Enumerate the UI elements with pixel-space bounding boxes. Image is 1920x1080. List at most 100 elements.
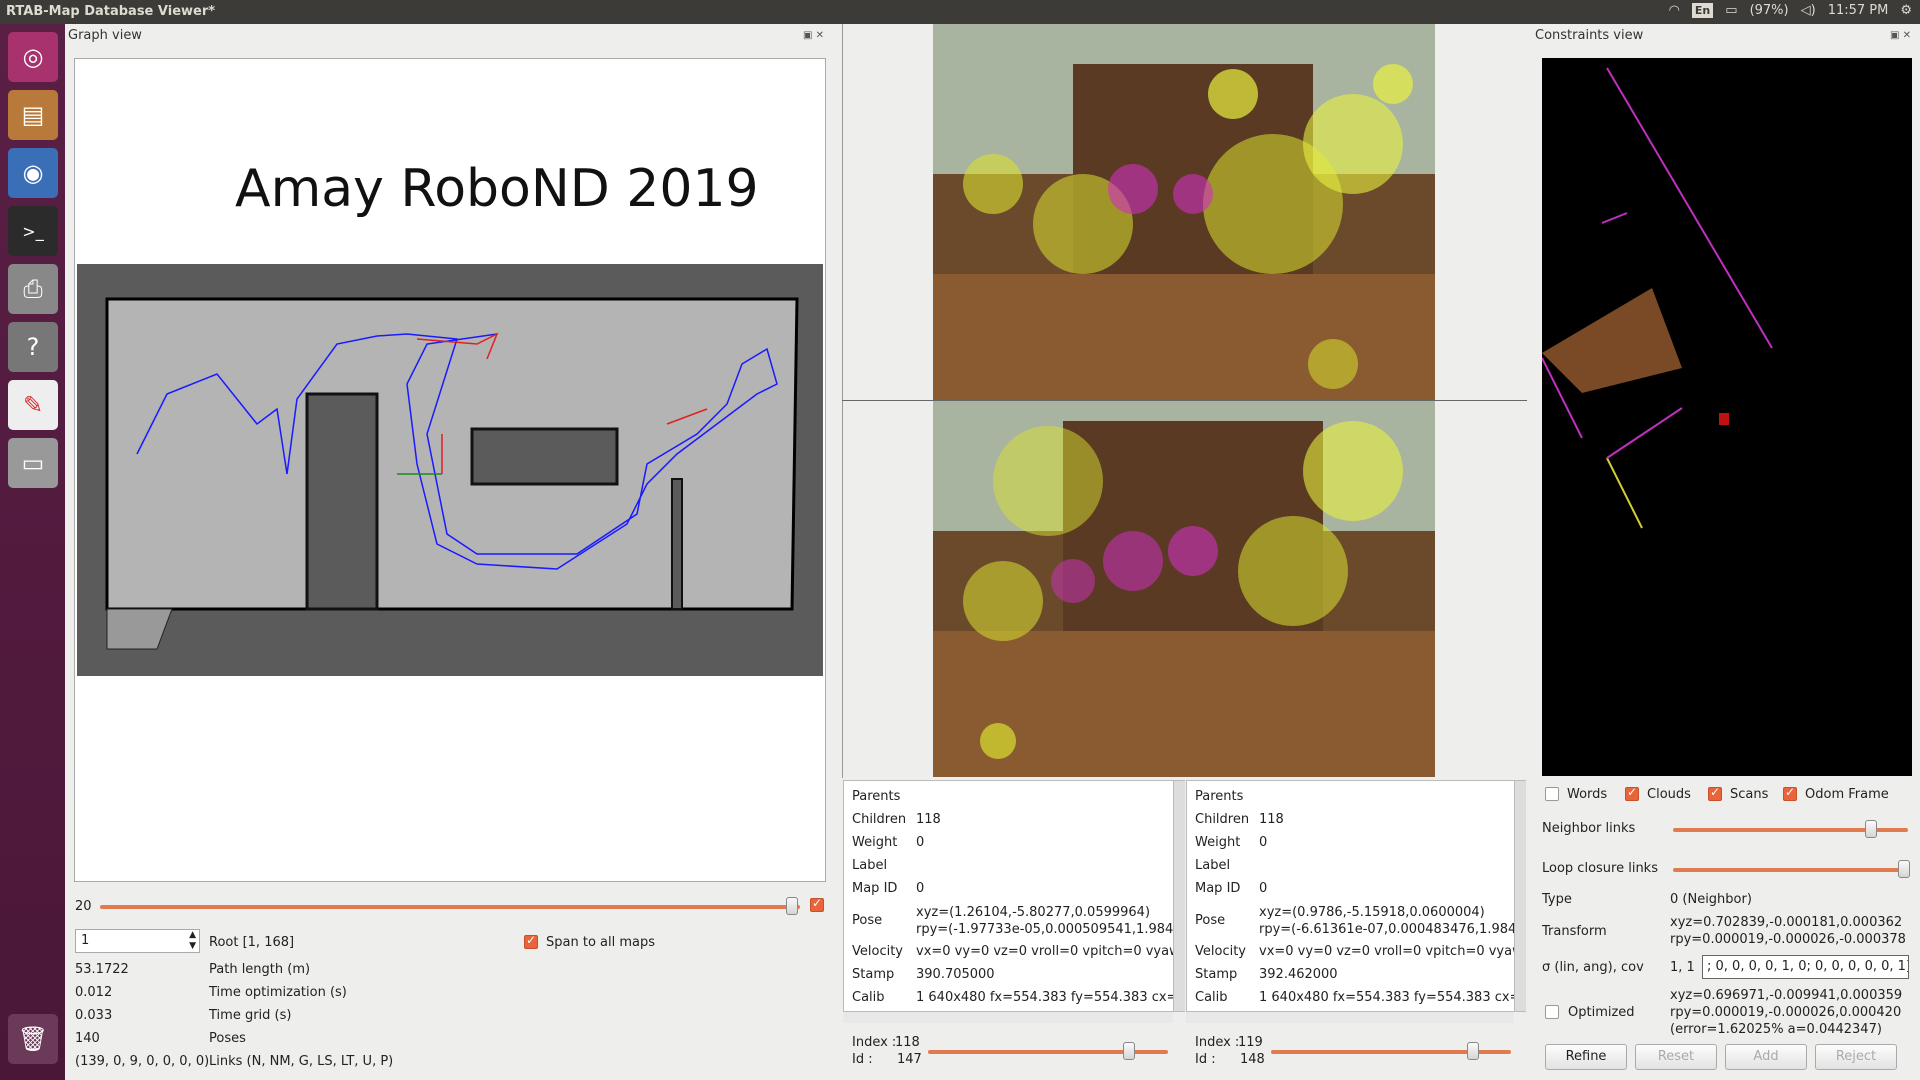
printer-icon[interactable]: ⎙	[8, 264, 58, 314]
loop-links-slider-handle[interactable]	[1898, 860, 1910, 878]
volume-icon[interactable]: ◁)	[1801, 3, 1816, 18]
clouds-checkbox[interactable]	[1625, 785, 1639, 801]
vertical-scrollbar[interactable]	[1514, 781, 1526, 1011]
node-info-left[interactable]: Parents Children 118 Weight 0 Label Map …	[843, 780, 1185, 1012]
stat-value: (139, 0, 9, 0, 0, 0, 0)	[75, 1054, 210, 1069]
info-value: 118	[1259, 812, 1284, 827]
constraints-drawing	[1541, 67, 1773, 529]
window-title: RTAB-Map Database Viewer*	[6, 4, 216, 19]
clouds-label[interactable]: Clouds	[1647, 787, 1691, 802]
index-label: Index :	[852, 1035, 897, 1050]
refine-button[interactable]: Refine	[1545, 1044, 1627, 1070]
help-icon[interactable]: ?	[8, 322, 58, 372]
optimized-label[interactable]: Optimized	[1568, 1005, 1635, 1020]
optimized-checkbox[interactable]	[1545, 1005, 1559, 1019]
system-tray: ◠ En ▭ (97%) ◁) 11:57 PM ⚙	[1669, 3, 1912, 18]
scans-label[interactable]: Scans	[1730, 787, 1768, 802]
pose-xyz: xyz=(0.9786,-5.15918,0.0600004)	[1259, 905, 1485, 920]
optimized-error: (error=1.62025% a=0.0442347)	[1670, 1022, 1882, 1037]
grid-slider-track[interactable]	[100, 905, 800, 909]
battery-percent: (97%)	[1749, 3, 1789, 18]
info-label: Calib	[1195, 990, 1228, 1005]
index-value: 119	[1238, 1035, 1263, 1050]
trash-icon[interactable]: 🗑	[8, 1014, 58, 1064]
reject-button[interactable]: Reject	[1815, 1044, 1897, 1070]
stat-value: 53.1722	[75, 962, 129, 977]
info-label: Children	[852, 812, 907, 827]
sigma-input-value: ; 0, 0, 0, 0, 1, 0; 0, 0, 0, 0, 0, 1]	[1707, 959, 1909, 974]
info-label: Velocity	[1195, 944, 1246, 959]
files-icon[interactable]: ▤	[8, 90, 58, 140]
disk-icon[interactable]: ▭	[8, 438, 58, 488]
gear-icon[interactable]: ⚙	[1900, 3, 1912, 18]
optimized-xyz: xyz=0.696971,-0.009941,0.000359	[1670, 988, 1903, 1003]
root-spinbox[interactable]: 1 ▲ ▼	[75, 929, 200, 953]
terminal-icon[interactable]: >_	[8, 206, 58, 256]
image-view-top[interactable]	[933, 24, 1435, 400]
scans-checkbox[interactable]	[1708, 785, 1722, 801]
odom-frame-checkbox[interactable]	[1783, 785, 1797, 801]
stat-value: 140	[75, 1031, 100, 1046]
dock-buttons[interactable]: ▣ ✕	[803, 30, 824, 41]
calib-value: 1 640x480 fx=554.383 fy=554.383 cx=	[916, 990, 1178, 1005]
span-maps-label[interactable]: Span to all maps	[546, 935, 655, 950]
info-label: Parents	[852, 789, 901, 804]
info-value: 118	[916, 812, 941, 827]
info-label: Pose	[852, 913, 883, 928]
info-label: Label	[852, 858, 888, 873]
neighbor-links-slider-handle[interactable]	[1865, 820, 1877, 838]
sigma-prefix: 1, 1	[1670, 960, 1695, 975]
stamp-value: 392.462000	[1259, 967, 1338, 982]
vertical-scrollbar[interactable]	[1173, 781, 1185, 1011]
grid-slider-handle[interactable]	[786, 897, 798, 915]
sigma-label: σ (lin, ang), cov	[1542, 960, 1644, 975]
transform-rpy: rpy=0.000019,-0.000026,-0.000378	[1670, 932, 1906, 947]
ubuntu-dash-icon[interactable]: ◎	[8, 32, 58, 82]
map-title: Amay RoboND 2019	[235, 159, 759, 219]
stat-value: 0.012	[75, 985, 113, 1000]
stat-label: Time optimization (s)	[209, 985, 347, 1000]
root-spinbox-value: 1	[81, 933, 90, 948]
wifi-icon[interactable]: ◠	[1669, 3, 1680, 18]
spin-arrows-icon[interactable]: ▲ ▼	[189, 930, 196, 952]
transform-label: Transform	[1542, 924, 1607, 939]
info-label: Calib	[852, 990, 885, 1005]
launcher: ◎ ▤ ◉ >_ ⎙ ? ✎ ▭ 🗑	[0, 24, 65, 1080]
clock[interactable]: 11:57 PM	[1828, 3, 1889, 18]
constraints-canvas[interactable]	[1541, 58, 1912, 776]
occupancy-grid[interactable]	[77, 264, 823, 676]
keyboard-layout-indicator[interactable]: En	[1691, 3, 1714, 18]
top-panel: RTAB-Map Database Viewer* ◠ En ▭ (97%) ◁…	[0, 0, 1920, 24]
odom-frame-label[interactable]: Odom Frame	[1805, 787, 1889, 802]
span-maps-checkbox[interactable]	[524, 933, 538, 949]
info-label: Weight	[1195, 835, 1241, 850]
sigma-input[interactable]: ; 0, 0, 0, 0, 1, 0; 0, 0, 0, 0, 0, 1]	[1702, 955, 1909, 979]
grid-checkbox[interactable]	[810, 896, 824, 912]
root-label: Root [1, 168]	[209, 935, 295, 950]
reset-button[interactable]: Reset	[1635, 1044, 1717, 1070]
battery-icon[interactable]: ▭	[1725, 3, 1737, 18]
horizontal-scrollbar[interactable]	[1186, 1011, 1514, 1023]
constraints-view-title: Constraints view	[1535, 28, 1644, 43]
info-value: 0	[1259, 881, 1268, 896]
index-slider-handle[interactable]	[1467, 1042, 1479, 1060]
words-checkbox[interactable]	[1545, 787, 1559, 801]
graph-canvas[interactable]: Amay RoboND 2019	[74, 58, 826, 882]
horizontal-scrollbar[interactable]	[843, 1011, 1173, 1023]
stat-label: Time grid (s)	[209, 1008, 292, 1023]
index-label: Index :	[1195, 1035, 1240, 1050]
words-label[interactable]: Words	[1567, 787, 1607, 802]
add-button[interactable]: Add	[1725, 1044, 1807, 1070]
pose-rpy: rpy=(-6.61361e-07,0.000483476,1.984	[1259, 922, 1517, 937]
chrome-icon[interactable]: ◉	[8, 148, 58, 198]
dock-buttons[interactable]: ▣ ✕	[1890, 30, 1911, 41]
stat-label: Poses	[209, 1031, 246, 1046]
node-info-right[interactable]: Parents Children 118 Weight 0 Label Map …	[1186, 780, 1526, 1012]
map-drawing	[105, 297, 799, 650]
graph-view-title: Graph view	[68, 28, 142, 43]
stamp-value: 390.705000	[916, 967, 995, 982]
document-viewer-icon[interactable]: ✎	[8, 380, 58, 430]
index-slider-handle[interactable]	[1123, 1042, 1135, 1060]
loop-links-slider-track[interactable]	[1673, 868, 1908, 872]
image-view-bottom[interactable]	[933, 401, 1435, 777]
